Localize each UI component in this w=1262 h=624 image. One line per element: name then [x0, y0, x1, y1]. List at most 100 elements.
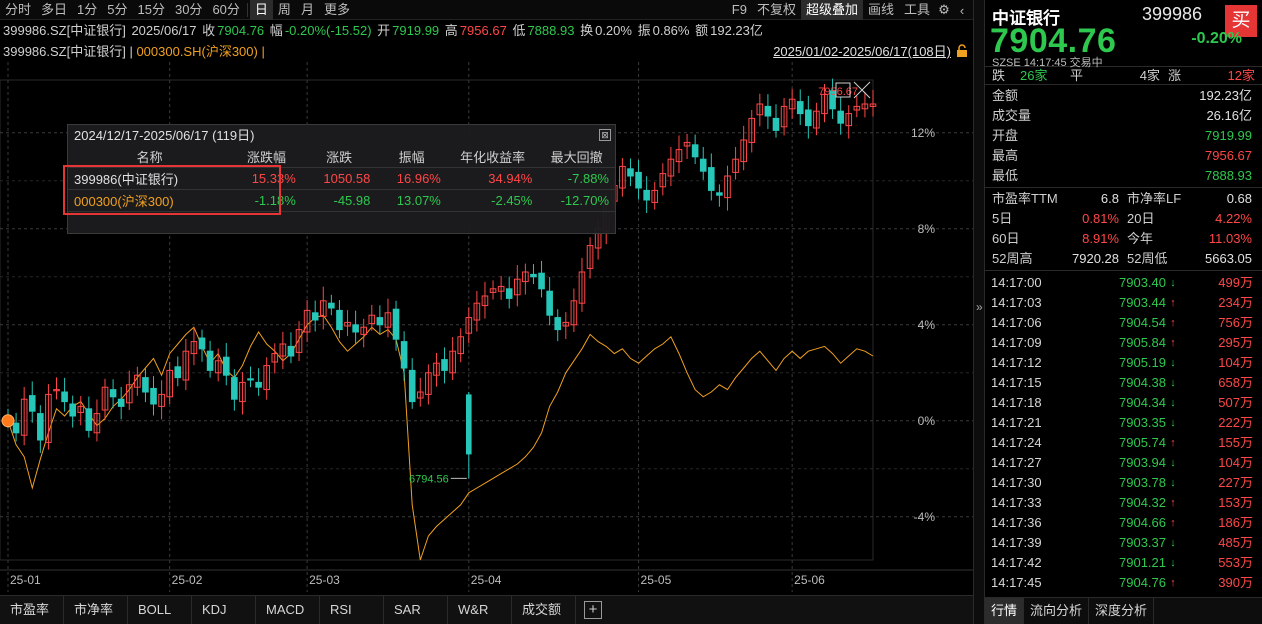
candle-body: [772, 117, 780, 131]
low-label: 低: [512, 23, 526, 38]
y-tick-label: -4%: [914, 510, 936, 524]
stats-name: 399986(中证银行): [68, 166, 232, 189]
tab-pe[interactable]: 市盈率: [0, 596, 64, 624]
open-label: 开: [377, 23, 391, 38]
period-tab[interactable]: 月: [296, 0, 319, 20]
legend-row: 399986.SZ[中证银行] | 000300.SH(沪深300) | 202…: [0, 41, 973, 62]
field-open: 开盘 7919.99: [985, 126, 1262, 146]
arrow-down-icon: ↓: [1170, 537, 1176, 549]
field-label: 成交量: [992, 108, 1032, 123]
date-range-link[interactable]: 2025/01/02-2025/06/17(108日): [773, 41, 951, 62]
valuation-section: 市盈率TTM 6.8 市净率LF 0.68 5日 0.81% 20日 4.22% 60日…: [985, 188, 1262, 271]
candle-body: [764, 105, 772, 117]
tools-button[interactable]: 工具: [899, 0, 935, 20]
arrow-down-icon: ↓: [1170, 477, 1176, 489]
change-percent: -0.20%: [1191, 30, 1242, 47]
turnover-value: 0.20%: [595, 23, 632, 38]
period-tab[interactable]: 日: [249, 0, 273, 20]
chevron-left-icon[interactable]: ‹: [953, 1, 971, 19]
period-tab[interactable]: 30分: [170, 0, 207, 20]
tick-row: 14:17:36 7904.66 ↑ 186万: [985, 513, 1262, 533]
period-tab[interactable]: 分时: [0, 0, 36, 20]
x-tick-label: 25-04: [471, 573, 502, 587]
tab-sar[interactable]: SAR: [384, 596, 448, 624]
low-value: 7888.93: [527, 23, 575, 38]
tick-time: 14:17:09: [991, 335, 1042, 350]
tick-row: 14:17:42 7901.21 ↓ 553万: [985, 553, 1262, 573]
stats-amplitude: 16.96%: [376, 166, 447, 189]
stats-row-empty: [68, 210, 615, 229]
tab-rsi[interactable]: RSI: [320, 596, 384, 624]
tab-amount[interactable]: 成交额: [512, 596, 576, 624]
settings-gear-icon[interactable]: ⚙: [935, 1, 953, 19]
turnover-label: 换: [580, 23, 594, 38]
quote-panel: 中证银行 399986 买 7904.76 -0.20% SZSE 14:17:…: [985, 0, 1262, 624]
arrow-up-icon: ↑: [1170, 497, 1176, 509]
add-indicator-icon[interactable]: +: [584, 601, 602, 619]
tab-macd[interactable]: MACD: [256, 596, 320, 624]
period-tab[interactable]: 60分: [207, 0, 244, 20]
tab-kdj[interactable]: KDJ: [192, 596, 256, 624]
period-tab[interactable]: 更多: [319, 0, 355, 20]
low-price-label: 6794.56: [409, 473, 449, 485]
collapse-arrow-icon[interactable]: »: [976, 300, 983, 314]
tick-price: 7905.84: [1119, 335, 1166, 350]
close-value: 7904.76: [217, 23, 265, 38]
tick-time: 14:17:42: [991, 555, 1042, 570]
tick-time: 14:17:03: [991, 295, 1042, 310]
return-label: 60日: [992, 231, 1020, 246]
period-tab[interactable]: 15分: [133, 0, 170, 20]
candle-body: [837, 110, 844, 124]
tick-time: 14:17:33: [991, 495, 1042, 510]
super-overlay-button[interactable]: 超级叠加: [800, 0, 863, 20]
tick-volume: 507万: [1218, 395, 1253, 410]
candle-body: [352, 324, 359, 333]
legend-main[interactable]: 399986.SZ[中证银行]: [3, 44, 126, 59]
tick-price: 7904.76: [1119, 575, 1166, 590]
overlay-series: [7, 314, 874, 561]
high-value: 7956.67: [459, 23, 507, 38]
pb-value: 0.68: [1226, 191, 1252, 206]
tick-volume: 104万: [1218, 355, 1253, 370]
quote-tab[interactable]: 深度分析: [1089, 598, 1155, 624]
tick-price: 7903.78: [1119, 475, 1166, 490]
chart-toolbar: 分时 多日 1分 5分 15分 30分 60分日周月更多 F9 不复权 超级叠加 画线 工具…: [0, 0, 973, 20]
period-tab[interactable]: 多日: [36, 0, 72, 20]
candle-body: [441, 359, 448, 371]
legend-overlay[interactable]: 000300.SH(沪深300): [136, 44, 257, 59]
tick-row: 14:17:09 7905.84 ↑ 295万: [985, 333, 1262, 353]
tick-price: 7904.54: [1119, 315, 1166, 330]
lock-icon[interactable]: [955, 44, 969, 58]
stats-row-main[interactable]: 399986(中证银行) 15.33% 1050.58 16.96% 34.94…: [68, 166, 615, 189]
period-tab[interactable]: 5分: [102, 0, 132, 20]
quote-tab[interactable]: 流向分析: [1024, 598, 1090, 624]
tab-wr[interactable]: W&R: [448, 596, 512, 624]
f9-button[interactable]: F9: [727, 0, 752, 20]
adjust-button[interactable]: 不复权: [752, 0, 801, 20]
tick-list[interactable]: 14:17:00 7903.40 ↓ 499万 14:17:03 7903.44 ↑ 234万…: [985, 271, 1262, 593]
stats-change: -45.98: [301, 188, 377, 211]
panel-collapse-strip[interactable]: »: [973, 0, 985, 624]
y-tick-label: 4%: [918, 318, 936, 332]
candle-body: [643, 189, 650, 201]
close-label: 收: [202, 23, 216, 38]
period-tab[interactable]: 周: [273, 0, 296, 20]
quote-fields: 金额 192.23亿 成交量 26.16亿 开盘 7919.99 最高 7956.67 …: [985, 85, 1262, 188]
tick-volume: 234万: [1218, 295, 1253, 310]
tick-price: 7903.40: [1119, 275, 1166, 290]
arrow-down-icon: ↓: [1170, 277, 1176, 289]
quote-tab[interactable]: 行情: [985, 598, 1025, 624]
candle-body: [538, 272, 545, 290]
candle-body: [328, 302, 335, 309]
stats-max-drawdown: -7.88%: [538, 166, 615, 189]
tab-pb[interactable]: 市净率: [64, 596, 128, 624]
stats-row-overlay[interactable]: 000300(沪深300) -1.18% -45.98 13.07% -2.45…: [68, 188, 615, 211]
stats-close-icon[interactable]: ⊠: [599, 129, 611, 141]
tab-boll[interactable]: BOLL: [128, 596, 192, 624]
draw-line-button[interactable]: 画线: [863, 0, 899, 20]
tick-price: 7904.32: [1119, 495, 1166, 510]
tick-volume: 756万: [1218, 315, 1253, 330]
period-tab[interactable]: 1分: [72, 0, 102, 20]
tick-volume: 499万: [1218, 275, 1253, 290]
tick-time: 14:17:39: [991, 535, 1042, 550]
